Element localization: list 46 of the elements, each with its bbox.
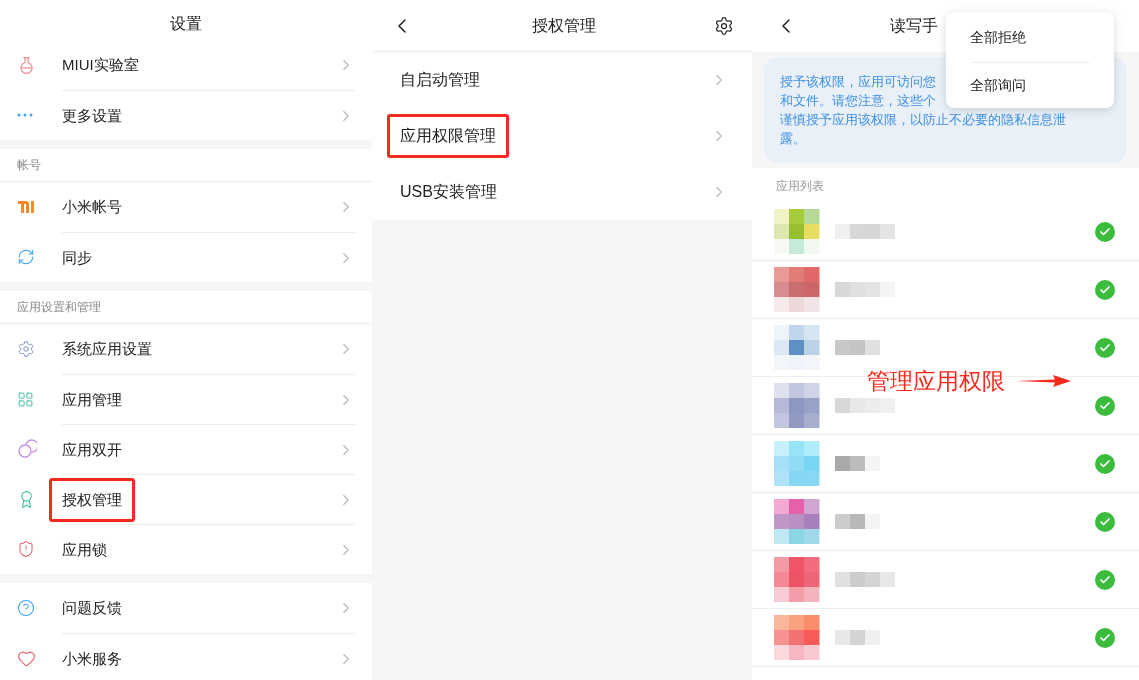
sync-icon — [17, 248, 35, 266]
settings-item[interactable]: 授权管理 — [0, 474, 372, 524]
settings-item[interactable]: 应用锁 — [0, 524, 372, 574]
check-icon[interactable] — [1095, 221, 1115, 242]
settings-item[interactable]: 同步 — [0, 232, 372, 282]
check-icon[interactable] — [1095, 279, 1115, 300]
check-icon[interactable] — [1095, 511, 1115, 532]
settings-item[interactable]: MIUI实验室 — [0, 40, 372, 90]
flask-icon — [17, 55, 36, 75]
grid-icon — [17, 390, 34, 408]
settings-item[interactable]: 系统应用设置 — [0, 324, 372, 374]
annotation-text: 管理应用权限 — [867, 367, 1005, 396]
settings-item[interactable]: 应用管理 — [0, 374, 372, 424]
info-text: 授予该权限，应用可访问您 — [780, 73, 936, 91]
screen-title: 设置 — [170, 14, 202, 34]
info-text: 和文件。请您注意，这些个 — [780, 92, 936, 110]
settings-icon — [17, 340, 35, 358]
check-icon[interactable] — [1095, 395, 1115, 416]
screen-title: 读写手 — [890, 16, 938, 36]
heart-icon — [17, 648, 36, 668]
settings-item[interactable]: 更多设置 — [0, 90, 372, 140]
menu-option[interactable]: 全部拒绝 — [970, 12, 1090, 62]
shield-icon — [17, 540, 35, 558]
check-icon[interactable] — [1095, 453, 1115, 474]
section-header: 应用设置和管理 — [17, 299, 101, 316]
info-text: 露。 — [780, 130, 806, 148]
menu-item[interactable]: 应用权限管理 — [372, 108, 752, 164]
section-header: 帐号 — [17, 157, 41, 174]
settings-icon[interactable] — [714, 15, 734, 36]
settings-item[interactable]: 小米帐号 — [0, 182, 372, 232]
menu-item[interactable]: USB安装管理 — [372, 164, 752, 220]
check-icon[interactable] — [1095, 569, 1115, 590]
screen-title: 授权管理 — [532, 15, 596, 36]
more-icon — [17, 113, 33, 117]
check-icon[interactable] — [1095, 337, 1115, 358]
circles-icon — [17, 439, 37, 459]
settings-item[interactable]: 小米服务 — [0, 633, 372, 680]
check-icon[interactable] — [1095, 627, 1115, 648]
section-header: 应用列表 — [776, 177, 824, 195]
settings-item[interactable]: 问题反馈 — [0, 583, 372, 633]
settings-item[interactable]: 应用双开 — [0, 424, 372, 474]
menu-option[interactable]: 全部询问 — [970, 62, 1090, 108]
menu-item[interactable]: 自启动管理 — [372, 52, 752, 108]
help-icon — [17, 599, 35, 617]
info-text: 谨慎授予应用该权限，以防止不必要的隐私信息泄 — [780, 111, 1066, 129]
logo-icon — [17, 200, 35, 214]
